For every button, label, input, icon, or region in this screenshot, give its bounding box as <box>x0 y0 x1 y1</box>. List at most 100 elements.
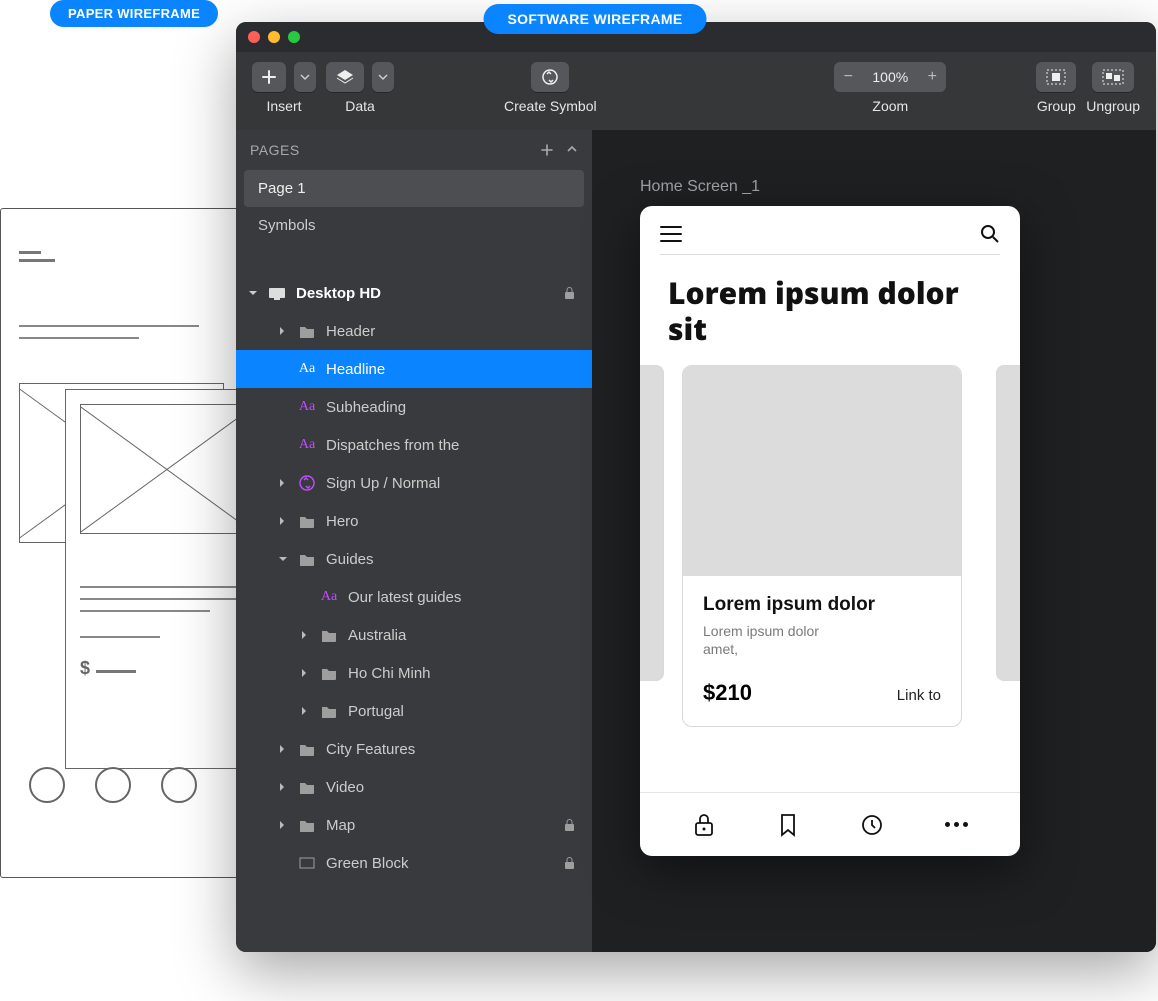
card-subtitle: Lorem ipsum dolor amet, <box>703 622 823 658</box>
layer-row[interactable]: City Features <box>236 730 592 768</box>
folder-icon <box>320 667 338 680</box>
layer-name: Ho Chi Minh <box>348 665 578 682</box>
toolbar: Insert Data Create Symbol − <box>236 52 1156 130</box>
card-peek-left <box>640 365 664 681</box>
layer-name: Header <box>326 323 578 340</box>
layers-panel: PAGES Page 1 Symbols Desktop HD <box>236 130 592 952</box>
layer-name: Dispatches from the <box>326 437 578 454</box>
layer-name: Green Block <box>326 855 554 872</box>
folder-icon <box>298 743 316 756</box>
paper-wireframe-badge: PAPER WIREFRAME <box>50 0 218 27</box>
lock-icon <box>564 857 578 870</box>
layer-row[interactable]: Ho Chi Minh <box>236 654 592 692</box>
pages-header: PAGES <box>236 130 592 170</box>
folder-icon <box>320 629 338 642</box>
paper-wireframe-subpanel: $ <box>65 389 265 769</box>
text-icon: Aa <box>298 399 316 415</box>
folder-icon <box>298 553 316 566</box>
zoom-value[interactable]: 100% <box>862 69 918 85</box>
folder-icon <box>298 781 316 794</box>
data-label: Data <box>345 98 375 114</box>
data-button[interactable] <box>326 62 364 92</box>
paper-wireframe: $ <box>0 180 250 880</box>
insert-label: Insert <box>266 98 301 114</box>
software-wireframe-badge: SOFTWARE WIREFRAME <box>484 4 707 34</box>
page-item[interactable]: Page 1 <box>244 170 584 207</box>
folder-icon <box>298 819 316 832</box>
card-peek-right <box>996 365 1020 681</box>
layer-row[interactable]: Guides <box>236 540 592 578</box>
create-symbol-label: Create Symbol <box>504 98 597 114</box>
window-close-button[interactable] <box>248 31 260 43</box>
more-icon <box>944 813 968 837</box>
bookmark-icon <box>776 813 800 837</box>
layer-row[interactable]: Green Block <box>236 844 592 882</box>
text-icon: Aa <box>298 437 316 453</box>
layer-row[interactable]: Video <box>236 768 592 806</box>
rect-icon <box>298 857 316 869</box>
insert-dropdown[interactable] <box>294 62 316 92</box>
disclosure-icon <box>276 820 288 830</box>
create-symbol-button[interactable] <box>531 62 569 92</box>
layer-row[interactable]: Hero <box>236 502 592 540</box>
artboard-row[interactable]: Desktop HD <box>236 274 592 312</box>
text-icon: Aa <box>320 589 338 605</box>
lock-icon <box>564 819 578 832</box>
layer-name: Video <box>326 779 578 796</box>
layer-name: Sign Up / Normal <box>326 475 578 492</box>
mockup-card: Lorem ipsum dolor Lorem ipsum dolor amet… <box>682 365 962 727</box>
card-link: Link to <box>897 687 941 704</box>
collapse-pages-button[interactable] <box>566 143 578 157</box>
disclosure-icon <box>276 516 288 526</box>
layer-name: Guides <box>326 551 578 568</box>
zoom-out-button[interactable]: − <box>834 68 862 86</box>
add-page-button[interactable] <box>540 143 554 157</box>
group-button[interactable] <box>1036 62 1076 92</box>
disclosure-icon <box>276 744 288 754</box>
zoom-in-button[interactable]: + <box>918 68 946 86</box>
hamburger-icon <box>660 225 682 243</box>
disclosure-icon <box>276 554 288 564</box>
artboard-icon <box>268 286 286 300</box>
disclosure-icon <box>276 782 288 792</box>
page-item[interactable]: Symbols <box>236 207 592 244</box>
layer-name: Map <box>326 817 554 834</box>
design-tool-window: Insert Data Create Symbol − <box>236 22 1156 952</box>
zoom-control[interactable]: − 100% + <box>834 62 946 92</box>
layer-name: Our latest guides <box>348 589 578 606</box>
folder-icon <box>298 325 316 338</box>
layer-name: Portugal <box>348 703 578 720</box>
layer-name: Subheading <box>326 399 578 416</box>
disclosure-icon <box>246 288 258 298</box>
zoom-label: Zoom <box>872 98 908 114</box>
clock-icon <box>860 813 884 837</box>
card-price: $210 <box>703 680 752 706</box>
insert-button[interactable] <box>252 62 286 92</box>
layer-row[interactable]: Map <box>236 806 592 844</box>
layer-name: City Features <box>326 741 578 758</box>
ungroup-button[interactable] <box>1092 62 1134 92</box>
layer-row[interactable]: Australia <box>236 616 592 654</box>
card-title: Lorem ipsum dolor <box>703 594 941 616</box>
layer-row[interactable]: Header <box>236 312 592 350</box>
layer-row[interactable]: Sign Up / Normal <box>236 464 592 502</box>
window-minimize-button[interactable] <box>268 31 280 43</box>
layer-name: Headline <box>326 361 578 378</box>
mockup-heading: Lorem ipsum dolor sit <box>640 269 1020 365</box>
data-dropdown[interactable] <box>372 62 394 92</box>
layer-name: Australia <box>348 627 578 644</box>
layer-row[interactable]: Portugal <box>236 692 592 730</box>
layer-row[interactable]: Aa Subheading <box>236 388 592 426</box>
folder-icon <box>320 705 338 718</box>
disclosure-icon <box>298 668 310 678</box>
layer-row[interactable]: Aa Our latest guides <box>236 578 592 616</box>
artboard-mockup[interactable]: Lorem ipsum dolor sit Lorem ipsum dolor … <box>640 206 1020 856</box>
disclosure-icon <box>298 706 310 716</box>
canvas[interactable]: Home Screen _1 Lorem ipsum dolor sit Lor… <box>592 130 1156 952</box>
card-image-placeholder <box>683 366 961 576</box>
paper-wireframe-panel: $ <box>0 208 240 878</box>
layer-row[interactable]: AaHeadline <box>236 350 592 388</box>
layer-row[interactable]: Aa Dispatches from the <box>236 426 592 464</box>
artboard-title[interactable]: Home Screen _1 <box>640 178 1156 196</box>
window-fullscreen-button[interactable] <box>288 31 300 43</box>
